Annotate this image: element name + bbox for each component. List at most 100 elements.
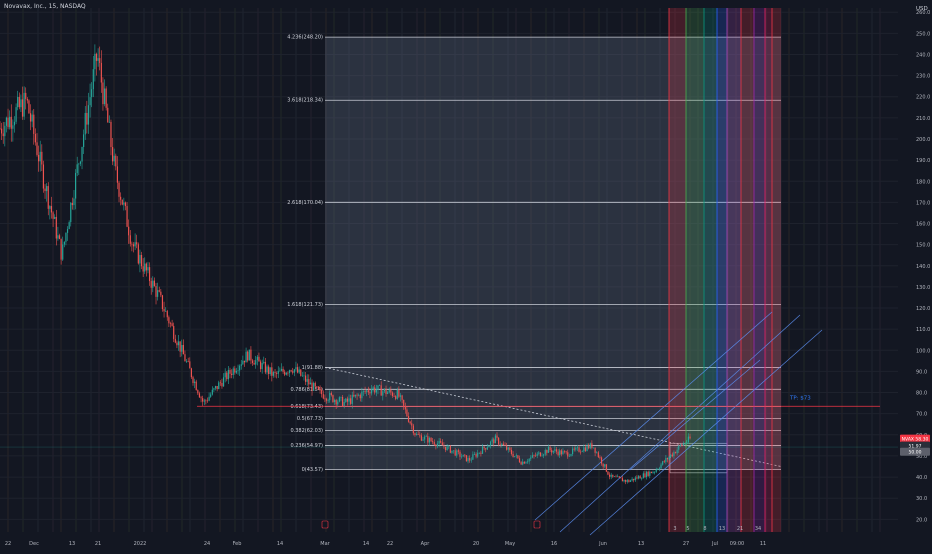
candle-body (393, 395, 395, 397)
candle-body (576, 447, 579, 448)
candle-body (105, 88, 107, 108)
candle-body (358, 394, 360, 396)
candle-body (654, 471, 656, 473)
candle-body (433, 442, 435, 445)
candle-body (475, 454, 477, 457)
candle-body (401, 395, 403, 400)
candle-body (551, 450, 553, 453)
candle-body (451, 450, 453, 453)
candle-body (5, 117, 8, 126)
candle-body (668, 456, 670, 460)
candle-body (182, 345, 184, 355)
candle-body (173, 325, 175, 339)
candle-body (55, 216, 57, 239)
candle-body (28, 100, 30, 114)
candle-body (518, 458, 521, 463)
candle-body (655, 469, 657, 472)
candle-body (99, 58, 101, 63)
time-tick-label: 2022 (134, 541, 147, 547)
candle-body (391, 392, 394, 396)
candle-body (478, 452, 480, 454)
candle-body (340, 396, 342, 398)
candle-body (440, 441, 442, 443)
price-tick-label: 210.0 (916, 116, 930, 122)
fib-level-label: 3.618(218.34) (287, 98, 323, 104)
candle-body (502, 443, 505, 445)
candle-body (353, 394, 355, 397)
candlestick-chart[interactable]: 4.236(248.20) 3.618(218.34) 2.618(170.04) 1… (0, 0, 932, 550)
fib-time-zones[interactable]: 3 5 8 13 21 34 (668, 8, 781, 532)
candle-body (120, 196, 122, 200)
candle-body (145, 263, 147, 271)
candle-body (443, 445, 445, 447)
candle-body (633, 478, 635, 481)
candle-body (446, 446, 448, 451)
fib-level-label: 1(91.88) (302, 365, 323, 371)
candle-body (377, 385, 379, 390)
candle-body (219, 382, 221, 384)
candle-body (206, 400, 209, 402)
candle-body (81, 147, 83, 162)
candle-body (2, 133, 4, 137)
time-zone-label: 34 (755, 526, 761, 532)
candle-body (494, 435, 496, 444)
candle-body (214, 386, 217, 389)
candle-body (409, 421, 411, 424)
fib-level-label: 0.618(73.43) (290, 404, 323, 410)
time-tick-label: Mar (320, 541, 330, 547)
candle-body (322, 394, 324, 399)
candle-body (229, 369, 231, 374)
candle-body (407, 416, 410, 422)
candle-body (636, 477, 638, 479)
candle-body (62, 244, 64, 260)
candle-body (396, 389, 398, 399)
candle-body (639, 476, 641, 479)
candle-body (536, 453, 538, 456)
earnings-marker[interactable] (533, 520, 541, 529)
candle-body (277, 370, 279, 374)
candle-body (510, 449, 513, 454)
candle-body (432, 441, 434, 443)
candle-body (411, 423, 413, 426)
candle-body (596, 452, 598, 454)
candle-body (399, 395, 402, 397)
candle-body (269, 367, 271, 375)
candle-body (522, 461, 524, 465)
price-tick-label: 220.0 (916, 95, 930, 101)
candle-body (333, 399, 336, 402)
candle-body (538, 452, 540, 454)
candle-body (617, 476, 619, 478)
candle-body (111, 147, 114, 162)
candle-body (486, 447, 488, 450)
candle-body (324, 398, 326, 400)
candle-body (575, 447, 577, 450)
candle-body (599, 457, 601, 458)
price-tick-label: 120.0 (916, 306, 930, 312)
candle-body (168, 317, 170, 324)
candle-body (644, 473, 646, 478)
candle-body (189, 361, 191, 369)
chart-area[interactable]: 4.236(248.20) 3.618(218.34) 2.618(170.04) 1… (0, 0, 932, 550)
earnings-marker[interactable] (321, 520, 329, 529)
candle-body (534, 455, 537, 457)
candle-body (226, 372, 228, 380)
candle-body (210, 394, 212, 397)
candle-body (126, 206, 128, 227)
candle-body (559, 450, 561, 456)
candle-body (427, 436, 429, 443)
time-zone-column (717, 8, 727, 532)
price-tick-label: 90.0 (916, 369, 927, 375)
candle-body (161, 295, 164, 310)
candle-body (71, 202, 73, 206)
candle-body (480, 452, 482, 454)
candle-body (124, 202, 127, 207)
candle-body (21, 99, 24, 117)
candle-body (41, 151, 43, 165)
candle-body (581, 451, 583, 452)
candle-body (319, 389, 321, 391)
candle-body (83, 134, 85, 148)
candle-body (547, 446, 550, 453)
candle-body (10, 116, 12, 129)
candle-body (580, 451, 582, 453)
candle-body (107, 107, 109, 123)
